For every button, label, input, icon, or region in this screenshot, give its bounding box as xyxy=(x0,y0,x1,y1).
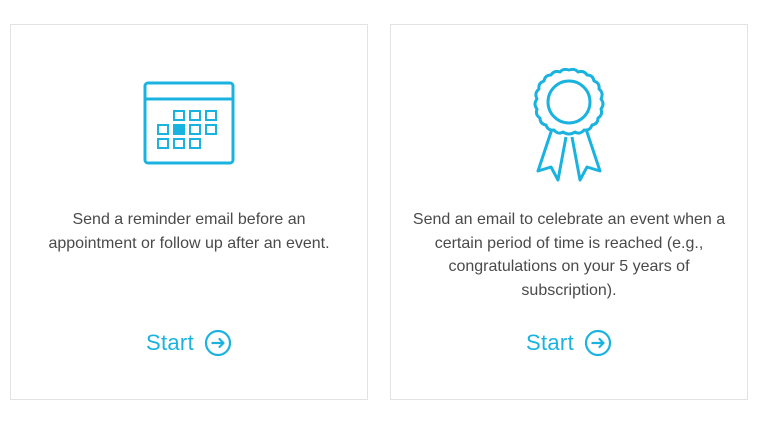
start-label: Start xyxy=(146,330,194,355)
arrow-right-circle-icon xyxy=(584,329,612,357)
anniversary-start-button[interactable]: Start xyxy=(391,329,747,357)
arrow-right-circle-icon xyxy=(204,329,232,357)
anniversary-card[interactable]: Send an email to celebrate an event when… xyxy=(390,24,748,400)
award-ribbon-icon xyxy=(533,67,605,182)
anniversary-description: Send an email to celebrate an event when… xyxy=(412,211,726,299)
start-label: Start xyxy=(526,330,574,355)
reminder-icon-wrap xyxy=(11,81,367,165)
reminder-start-button[interactable]: Start xyxy=(11,329,367,357)
reminder-description: Send a reminder email before an appointm… xyxy=(48,211,330,252)
automation-cards: Send a reminder email before an appointm… xyxy=(0,0,759,428)
anniversary-icon-wrap xyxy=(391,67,747,185)
calendar-icon xyxy=(143,81,235,165)
reminder-card[interactable]: Send a reminder email before an appointm… xyxy=(10,24,368,400)
